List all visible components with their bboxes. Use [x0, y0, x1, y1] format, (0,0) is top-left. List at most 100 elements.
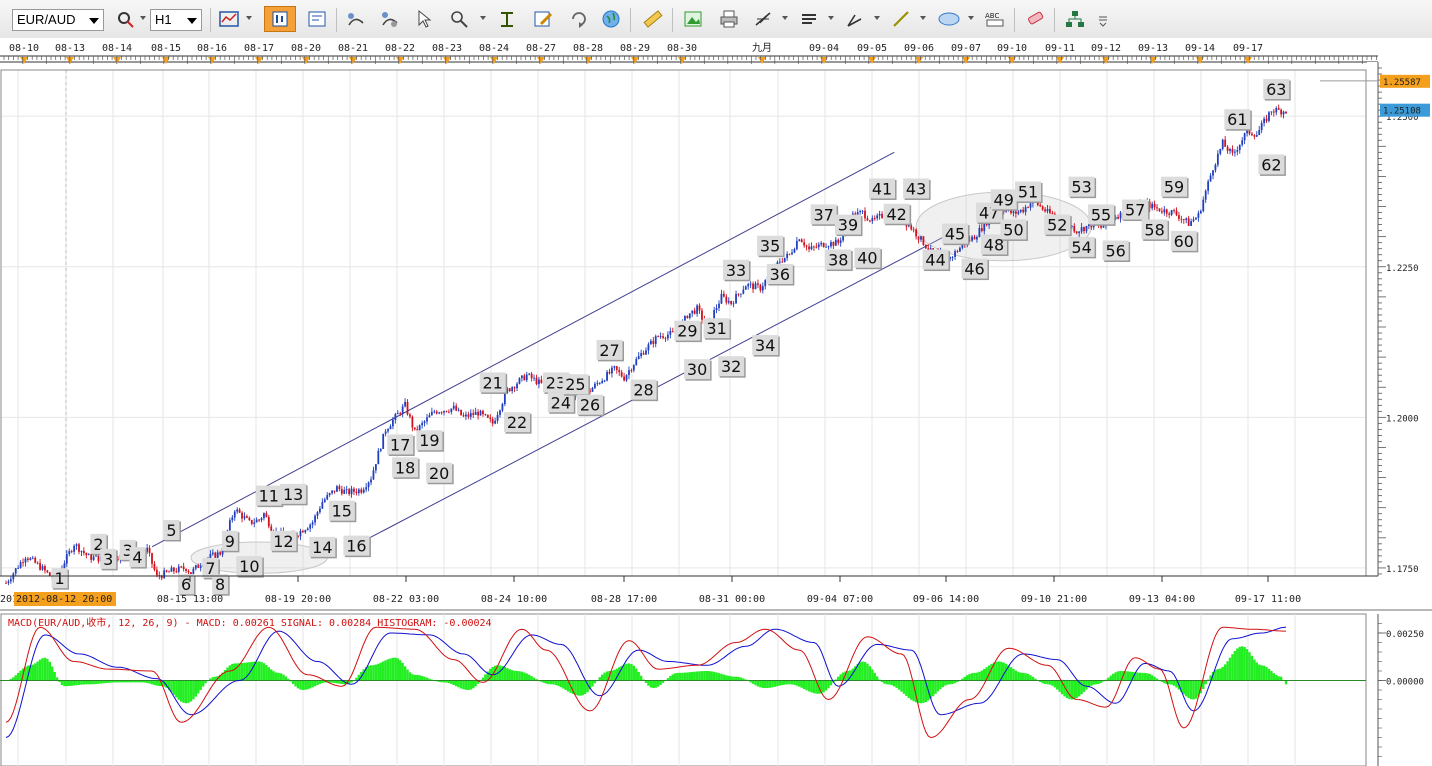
macd-histogram-bar [936, 680, 940, 692]
candle-body [1238, 144, 1241, 151]
zoom-button[interactable] [446, 6, 472, 32]
candle-body [1180, 218, 1183, 220]
macd-histogram-bar [1253, 659, 1256, 681]
candle-mode-button[interactable] [264, 6, 296, 32]
candle-body [744, 286, 747, 290]
macd-histogram-bar [226, 667, 229, 681]
macd-histogram-bar [301, 680, 305, 690]
macd-histogram-bar [1031, 676, 1035, 681]
text-label-button[interactable]: ABC [982, 6, 1008, 32]
template-button[interactable] [304, 6, 330, 32]
candle-body [881, 213, 883, 218]
macd-histogram-bar [613, 669, 616, 681]
symbol-select[interactable]: EUR/AUD [12, 9, 104, 31]
candle-body [635, 358, 638, 365]
candle-body [1017, 211, 1020, 214]
wave-label: 63 [1266, 80, 1286, 99]
macd-histogram-bar [866, 663, 869, 681]
chevron-down-icon[interactable] [782, 16, 788, 20]
macd-histogram-bar [768, 680, 772, 688]
chevron-down-icon[interactable] [874, 16, 880, 20]
macd-histogram-bar [637, 671, 640, 681]
pen-button[interactable] [842, 6, 868, 32]
candle-body [1083, 227, 1085, 232]
wave-label: 17 [390, 435, 410, 454]
chevron-down-icon[interactable] [968, 16, 974, 20]
print-button[interactable] [716, 6, 742, 32]
candle-body [1207, 181, 1210, 191]
indicator-button[interactable] [342, 6, 368, 32]
macd-histogram-bar [279, 673, 283, 681]
chevron-down-icon[interactable] [828, 16, 834, 20]
candle-body [409, 414, 411, 417]
edit-button[interactable] [530, 6, 556, 32]
text-tool-button[interactable] [494, 6, 520, 32]
ruler-button[interactable] [640, 6, 666, 32]
candle-body [484, 414, 487, 415]
candle-body [1285, 111, 1287, 114]
candle-body [783, 257, 786, 262]
cursor-select-button[interactable] [410, 6, 436, 32]
candle-body [1049, 209, 1051, 213]
candle-body [80, 550, 83, 552]
chart-type-button[interactable] [216, 6, 242, 32]
ellipse-tool-button[interactable] [934, 6, 964, 32]
lines-icon [802, 14, 816, 24]
candle-body [19, 562, 22, 568]
indicator-settings-button[interactable] [376, 6, 402, 32]
fibonacci-button[interactable] [750, 6, 776, 32]
refresh-button[interactable] [566, 6, 592, 32]
print-icon [720, 10, 738, 28]
lines-button[interactable] [796, 6, 822, 32]
chevron-down-icon[interactable] [246, 16, 252, 20]
macd-histogram-bar [785, 680, 789, 685]
candle-body [859, 211, 862, 213]
macd-histogram-bar [182, 680, 185, 703]
tree-button[interactable] [1062, 6, 1088, 32]
eraser-button[interactable] [1022, 6, 1048, 32]
candle-body [528, 373, 531, 375]
macd-histogram-bar [184, 680, 188, 704]
candle-body [538, 379, 540, 385]
macd-histogram-bar [1094, 680, 1098, 685]
picture-button[interactable] [680, 6, 706, 32]
candle-body [438, 412, 441, 414]
candle-body [443, 410, 445, 413]
macd-histogram-bar [1148, 673, 1151, 681]
wave-label: 18 [395, 458, 415, 477]
text-tool-icon [501, 12, 513, 27]
macd-histogram-bar [632, 665, 636, 681]
candle-body [265, 513, 268, 518]
wave-label: 59 [1164, 178, 1184, 197]
macd-histogram-bar [722, 674, 726, 681]
candle-body [924, 244, 927, 249]
macd-histogram-bar [16, 672, 20, 681]
macd-histogram-bar [893, 680, 896, 687]
macd-histogram-bar [201, 680, 205, 687]
chevron-down-icon[interactable] [140, 16, 146, 20]
macd-histogram-bar [858, 662, 862, 681]
cursor-button[interactable] [112, 6, 138, 32]
line-tool-button[interactable] [888, 6, 914, 32]
macd-histogram-bar [944, 680, 947, 686]
macd-histogram-bar [737, 676, 740, 681]
timeframe-select[interactable]: H1 [150, 9, 202, 31]
macd-histogram-bar [669, 676, 672, 681]
macd-histogram-bar [31, 664, 34, 681]
chevron-down-icon[interactable] [480, 16, 486, 20]
macd-histogram-bar [683, 672, 687, 681]
macd-histogram-bar [948, 680, 952, 685]
chevron-down-icon[interactable] [920, 16, 926, 20]
macd-histogram-bar [978, 671, 981, 681]
macd-histogram-bar [963, 676, 966, 681]
macd-histogram-bar [89, 680, 93, 685]
macd-histogram-bar [284, 676, 288, 681]
macd-histogram-bar [1172, 680, 1176, 686]
macd-histogram-bar [313, 680, 317, 687]
macd-histogram-bar [1153, 676, 1156, 681]
candle-body [1236, 150, 1239, 152]
globe-button[interactable] [598, 6, 624, 32]
chart-area[interactable]: 08-10 08-13 08-14 08-15 08-16 08-17 08-20 08-21… [0, 38, 1432, 766]
candle-body [411, 416, 414, 428]
more-button[interactable] [1096, 6, 1110, 32]
